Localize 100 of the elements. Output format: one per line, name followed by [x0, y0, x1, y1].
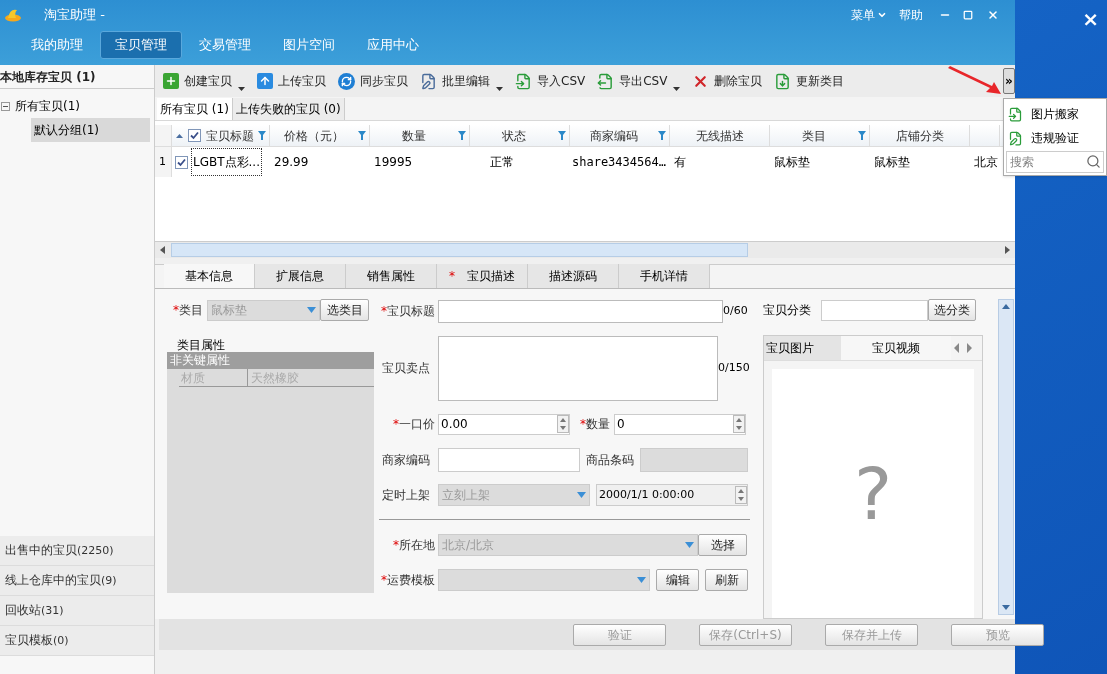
column-header[interactable]: 宝贝标题 — [201, 126, 258, 145]
table-cell-text: 北京 — [974, 154, 998, 171]
checkbox[interactable] — [188, 129, 201, 142]
toolbar-button[interactable]: 更新类目 — [774, 69, 845, 93]
tree-item[interactable]: 所有宝贝(1) — [14, 97, 81, 115]
close-icon[interactable] — [987, 9, 999, 21]
caret-icon — [577, 492, 586, 498]
caret-icon — [685, 542, 694, 548]
vertical-scrollbar[interactable] — [998, 299, 1014, 615]
sidebar-item[interactable]: 回收站(31) — [0, 596, 154, 626]
collapse-icon[interactable] — [1, 101, 10, 111]
logo-icon — [4, 8, 22, 22]
field-label: *一口价 — [392, 416, 435, 433]
table-cell-text: 有 — [674, 154, 686, 171]
table-cell: LGBT点彩... — [191, 148, 262, 176]
search-field[interactable]: 搜索 — [1006, 151, 1104, 173]
select-category-button[interactable]: 选分类 — [928, 299, 976, 321]
checkbox[interactable] — [175, 155, 188, 169]
filter-icon[interactable] — [858, 131, 866, 140]
nav-tab[interactable]: 宝贝管理 — [100, 31, 182, 59]
annotation-arrow — [946, 66, 1002, 96]
form-tab[interactable]: 销售属性 — [346, 264, 437, 288]
toolbar-button[interactable]: 上传宝贝 — [257, 69, 326, 93]
template-button[interactable]: 刷新 — [705, 569, 748, 591]
sidebar-item[interactable]: 线上仓库中的宝贝(9) — [0, 566, 154, 596]
toolbar-button[interactable]: 导出CSV — [597, 69, 668, 93]
menu-item[interactable]: 图片搬家 — [1004, 102, 1106, 126]
field-label: 定时上架 — [381, 487, 430, 504]
filter-icon[interactable] — [358, 131, 366, 140]
table-cell-text: 鼠标垫 — [874, 154, 910, 171]
table-cell-text: share3434564… — [572, 154, 666, 171]
tab-scroll-arrows-icon[interactable] — [953, 343, 973, 353]
column-header[interactable]: 数量 — [370, 126, 458, 145]
dropdown-caret-icon[interactable] — [496, 87, 503, 91]
field-label: *运费模板 — [380, 572, 435, 589]
form-tab[interactable]: * 宝贝描述 — [437, 264, 528, 288]
toolbar-button[interactable]: 导入CSV — [515, 69, 586, 93]
plus-icon — [163, 73, 179, 89]
maximize-icon[interactable] — [963, 10, 973, 20]
table-cell-text: 鼠标垫 — [774, 154, 810, 171]
upload-icon — [257, 73, 273, 89]
filter-icon[interactable] — [458, 131, 466, 140]
update-document-icon — [774, 72, 792, 90]
field-label: *所在地 — [392, 537, 435, 554]
form-tab[interactable]: 基本信息 — [164, 264, 255, 288]
scroll-thumb[interactable] — [171, 243, 748, 257]
desktop-close[interactable]: × — [1082, 4, 1099, 34]
placeholder-mark: ? — [853, 457, 893, 530]
spin-buttons[interactable] — [735, 486, 747, 504]
toolbar-button[interactable]: 创建宝贝 — [163, 69, 232, 93]
sidebar-item[interactable]: 出售中的宝贝(2250) — [0, 536, 154, 566]
sort-ascending-icon[interactable] — [176, 133, 183, 138]
check-document-icon — [1008, 130, 1023, 146]
sidebar-header: 本地库存宝贝 (1) — [0, 65, 154, 89]
form-tab[interactable]: 描述源码 — [528, 264, 619, 288]
import-icon — [1008, 106, 1023, 122]
filter-icon[interactable] — [658, 131, 666, 140]
char-counter: 0/60 — [723, 302, 748, 319]
form-tab[interactable]: 扩展信息 — [255, 264, 346, 288]
toolbar-button[interactable]: 同步宝贝 — [338, 69, 408, 93]
sidebar-item[interactable]: 宝贝模板(0) — [0, 626, 154, 656]
table-cell-text: 正常 — [490, 154, 514, 171]
search-icon — [1086, 154, 1101, 169]
filter-icon[interactable] — [258, 131, 266, 140]
tree-item[interactable]: 默认分组(1) — [31, 118, 150, 142]
price-field[interactable]: 0.00 — [438, 413, 570, 435]
spin-buttons[interactable] — [733, 415, 745, 433]
menu-item[interactable]: 违规验证 — [1004, 126, 1106, 150]
filter-icon[interactable] — [558, 131, 566, 140]
column-header[interactable]: 类目 — [770, 126, 858, 145]
field-label: 宝贝卖点 — [381, 360, 430, 377]
row-number: 1 — [155, 147, 172, 177]
field-label: 商家编码 — [381, 452, 430, 469]
export-icon — [597, 72, 615, 90]
column-header[interactable]: 商家编码 — [570, 126, 658, 145]
import-icon — [515, 72, 532, 90]
overflow-button[interactable]: » — [1003, 68, 1015, 94]
form-tab[interactable]: 手机详情 — [619, 264, 710, 288]
media-tab[interactable]: 宝贝图片 — [764, 336, 841, 360]
dropdown-caret-icon[interactable] — [673, 87, 681, 91]
dropdown-caret-icon[interactable] — [238, 87, 245, 91]
column-header[interactable]: 价格（元） — [270, 126, 358, 145]
column-header[interactable]: 状态 — [470, 126, 558, 145]
horizontal-scrollbar[interactable] — [155, 241, 1015, 258]
selling-point-field[interactable] — [438, 335, 718, 401]
list-tab[interactable]: 所有宝贝 (1) — [157, 98, 233, 120]
caret-icon — [637, 577, 646, 583]
shop-category-field[interactable] — [821, 299, 928, 321]
toolbar-button[interactable]: 删除宝贝 — [692, 69, 763, 93]
spin-buttons[interactable] — [557, 415, 569, 433]
template-button[interactable]: 编辑 — [656, 569, 699, 591]
toolbar-button[interactable]: 批里编辑 — [420, 69, 490, 93]
column-header[interactable]: 无线描述 — [670, 126, 769, 145]
title-field[interactable] — [438, 299, 723, 323]
quantity-field[interactable]: 0 — [614, 413, 746, 435]
merchant-code-field[interactable] — [438, 448, 580, 472]
field-label: *数量 — [579, 416, 610, 433]
table-cell-text: 19995 — [374, 154, 413, 171]
list-tab[interactable]: 上传失败的宝贝 (0) — [232, 98, 345, 120]
column-header[interactable]: 店铺分类 — [870, 126, 969, 145]
